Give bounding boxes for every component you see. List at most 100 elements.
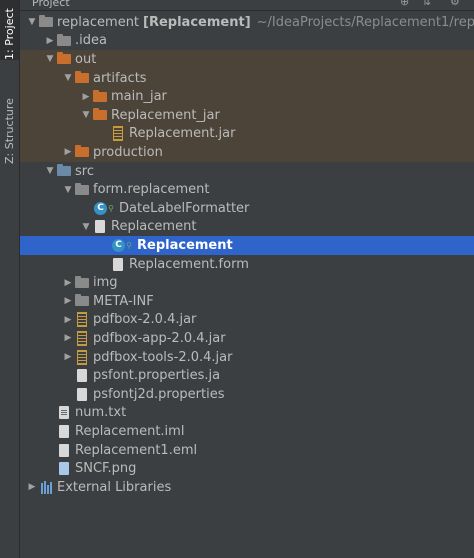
expanded-arrow-icon[interactable]: ▼ [26,17,38,27]
tree-row-label: External Libraries [57,479,172,495]
jar-icon-shape [77,349,87,365]
file-icon-shape [59,443,69,457]
jar-icon [74,330,90,346]
text-file-icon [56,406,72,420]
tree-row-label: Replacement.iml [75,423,185,439]
file-icon [56,424,72,438]
excluded-folder-icon [74,71,90,85]
tab-project-label: 1: Project [3,8,16,60]
tree-row-num-txt[interactable]: num.txt [20,404,474,423]
folder-icon [74,182,90,197]
tree-row-replacement-form-group[interactable]: ▼ Replacement [20,218,474,237]
tree-row-label: DateLabelFormatter [119,200,250,216]
tree-row-label: Replacement.form [129,256,249,272]
library-icon [38,480,54,494]
excluded-folder-icon-shape [75,71,89,84]
tab-structure-label: Z: Structure [3,98,16,164]
jar-icon-shape [113,126,123,142]
file-icon [56,443,72,457]
collapse-icon[interactable]: ⇅ [422,0,431,8]
source-folder-icon [56,164,72,178]
collapsed-arrow-icon[interactable]: ▶ [44,36,56,46]
tree-row-label: num.txt [75,405,127,421]
expanded-arrow-icon[interactable]: ▼ [44,166,56,176]
tree-row-replacement-jar[interactable]: Replacement.jar [20,124,474,144]
locate-icon[interactable]: ⊕ [400,0,409,8]
tree-row-main-jar[interactable]: ▶ main_jar [20,87,474,106]
tree-row-label: production [93,144,163,160]
tree-row-label: Replacement [111,219,197,235]
tree-row-replacement1-eml[interactable]: Replacement1.eml [20,441,474,460]
tree-row-psfontj2d[interactable]: psfontj2d.properties [20,385,474,404]
excluded-folder-icon-shape [93,108,107,121]
tool-window-strip: 1: Project Z: Structure [0,0,20,558]
tree-row-label: pdfbox-2.0.4.jar [93,312,197,328]
tree-row-label: artifacts [93,70,147,86]
file-icon [74,369,90,383]
excluded-folder-icon [74,145,90,159]
tree-row-external-libraries[interactable]: ▶ External Libraries [20,478,474,497]
tree-row-form-replacement[interactable]: ▼ form.replacement [20,180,474,199]
tree-row-replacement-class[interactable]: C ⚲ Replacement [20,236,474,255]
tree-row-meta-inf[interactable]: ▶ META-INF [20,292,474,311]
tab-structure[interactable]: Z: Structure [0,86,19,164]
tree-row-label: out [75,51,97,67]
tree-row-replacement-form[interactable]: Replacement.form [20,255,474,274]
excluded-folder-icon [92,108,108,122]
expanded-arrow-icon[interactable]: ▼ [62,73,74,83]
folder-icon-shape [75,294,89,307]
collapsed-arrow-icon[interactable]: ▶ [62,333,74,343]
tree-row-replacement-iml[interactable]: Replacement.iml [20,422,474,441]
tree-row-img[interactable]: ▶ img [20,273,474,292]
jar-icon [110,126,126,142]
tree-row-date-label-formatter[interactable]: C ⚲ DateLabelFormatter [20,199,474,218]
panel-title: Project [32,0,70,9]
tree-row-artifacts[interactable]: ▼ artifacts [20,68,474,88]
tree-row-label: Replacement_jar [111,107,220,123]
expanded-arrow-icon[interactable]: ▼ [44,54,56,64]
file-icon-shape [77,369,87,383]
excluded-folder-icon-shape [93,89,107,102]
collapsed-arrow-icon[interactable]: ▶ [62,352,74,362]
collapsed-arrow-icon[interactable]: ▶ [62,296,74,306]
folder-icon-shape [39,15,53,28]
expanded-arrow-icon[interactable]: ▼ [80,222,92,232]
tree-row-idea[interactable]: ▶ .idea [20,32,474,51]
collapsed-arrow-icon[interactable]: ▶ [62,147,74,157]
tab-project[interactable]: 1: Project [0,0,19,60]
image-file-icon [56,462,72,476]
tree-row-pdfbox-app[interactable]: ▶ pdfbox-app-2.0.4.jar [20,329,474,348]
tree-row-sncf-png[interactable]: SNCF.png [20,459,474,478]
tree-row-label: replacement [57,14,140,30]
project-tree[interactable]: ▼ replacement [Replacement] ~/IdeaProjects/… [20,10,474,558]
excluded-folder-icon-shape [57,52,71,65]
expanded-arrow-icon[interactable]: ▼ [62,185,74,195]
tree-row-replacement-root[interactable]: ▼ replacement [Replacement] ~/IdeaProjects/… [20,13,474,32]
tree-row-production[interactable]: ▶ production [20,143,474,162]
folder-icon [74,275,90,290]
excluded-folder-icon-shape [75,145,89,158]
file-icon-shape [95,220,105,234]
tree-row-label: pdfbox-tools-2.0.4.jar [93,349,233,365]
collapsed-arrow-icon[interactable]: ▶ [80,92,92,102]
tree-row-label: .idea [75,33,107,49]
class-icon-shape: C [112,238,126,252]
tree-row-pdfbox[interactable]: ▶ pdfbox-2.0.4.jar [20,311,474,330]
class-icon: C ⚲ [92,201,116,215]
tree-row-pdfbox-tools[interactable]: ▶ pdfbox-tools-2.0.4.jar [20,348,474,367]
tree-row-label: form.replacement [93,182,210,198]
tree-row-replacement-jar-folder[interactable]: ▼ Replacement_jar [20,106,474,125]
file-icon-shape [77,387,87,401]
gear-icon[interactable]: ⚙ [450,0,460,8]
tree-row-label: Replacement [137,237,233,253]
tree-row-psfont[interactable]: psfont.properties.ja [20,366,474,385]
file-icon-shape [113,257,123,271]
tree-row-out[interactable]: ▼ out [20,50,474,69]
collapsed-arrow-icon[interactable]: ▶ [26,482,38,492]
excluded-folder-icon [92,89,108,104]
tree-row-src[interactable]: ▼ src [20,162,474,181]
folder-icon-shape [75,275,89,288]
collapsed-arrow-icon[interactable]: ▶ [62,315,74,325]
expanded-arrow-icon[interactable]: ▼ [80,110,92,120]
collapsed-arrow-icon[interactable]: ▶ [62,278,74,288]
